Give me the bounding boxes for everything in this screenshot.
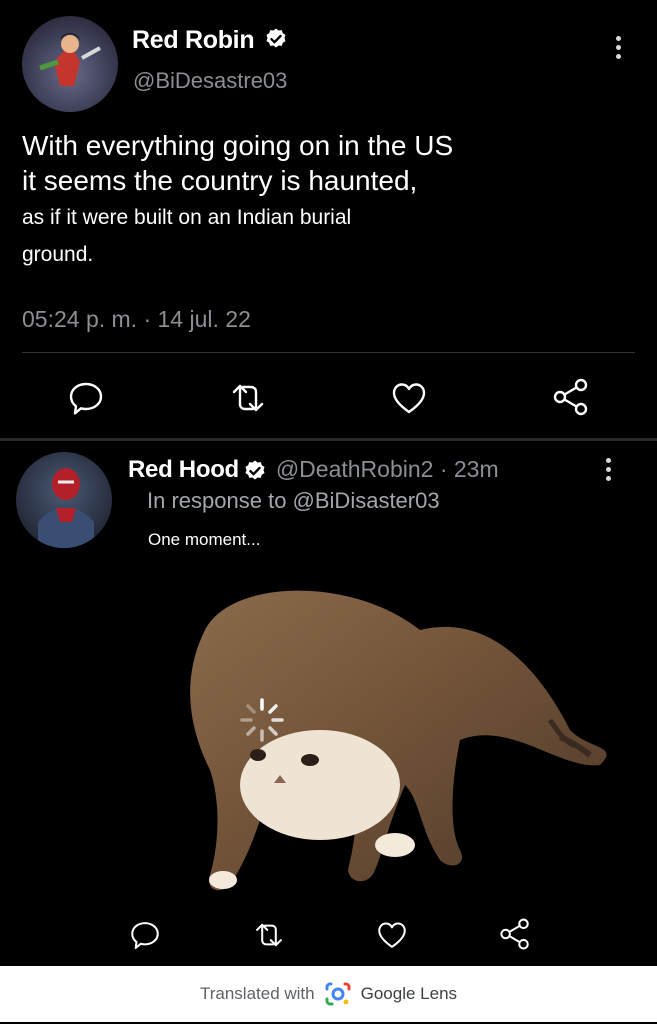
cat-image[interactable] xyxy=(150,570,610,910)
like-icon[interactable] xyxy=(388,378,430,418)
verified-badge-icon xyxy=(245,460,265,480)
translated-with-label: Translated with xyxy=(199,984,315,1003)
share-icon[interactable] xyxy=(498,916,532,952)
tweet-timestamp[interactable]: 05:24 p. m. · 14 jul. 22 xyxy=(22,306,251,333)
tweet-text-line1: With everything going on in the US xyxy=(22,130,454,161)
reply-text: One moment... xyxy=(148,530,261,549)
reply-icon[interactable] xyxy=(128,918,162,952)
retweet-icon[interactable] xyxy=(250,918,288,952)
tweet-text-line3: as if it were built on an Indian burial xyxy=(22,206,352,229)
verified-badge-icon xyxy=(266,28,286,48)
reply-icon[interactable] xyxy=(66,378,106,418)
tweet-divider xyxy=(22,352,635,353)
section-separator xyxy=(0,438,657,441)
avatar-red-robin[interactable] xyxy=(22,16,118,112)
tweet-author-name[interactable]: Red Robin xyxy=(132,26,288,55)
reply-handle-time[interactable]: @DeathRobin2 · 23m xyxy=(276,456,499,482)
tweet-handle[interactable]: @BiDesastre03 xyxy=(133,68,287,94)
more-icon[interactable] xyxy=(605,458,611,481)
loading-spinner-icon xyxy=(240,698,284,742)
retweet-icon[interactable] xyxy=(226,378,270,418)
reply-header: Red Hood @DeathRobin2 · 23m xyxy=(128,456,499,484)
google-lens-icon xyxy=(325,982,351,1006)
avatar-red-hood[interactable] xyxy=(16,452,112,548)
reply-author-name[interactable]: Red Hood xyxy=(128,456,239,483)
tweet-text: With everything going on in the US it se… xyxy=(22,128,622,274)
avatar-illustration xyxy=(39,33,101,86)
like-icon[interactable] xyxy=(374,918,410,952)
avatar-illustration xyxy=(38,468,94,548)
google-lens-brand[interactable]: Google Lens xyxy=(361,984,457,1004)
tweet-text-line4: ground. xyxy=(22,243,94,266)
reply-actions-bar xyxy=(0,914,657,956)
reply-context[interactable]: In response to @BiDisaster03 xyxy=(147,488,440,514)
tweet-text-line2: it seems the country is haunted, xyxy=(22,165,418,196)
tweet-actions-bar xyxy=(0,374,657,420)
share-icon[interactable] xyxy=(551,376,591,418)
translation-footer: Translated with Google Lens xyxy=(0,966,657,1022)
more-icon[interactable] xyxy=(615,36,621,59)
